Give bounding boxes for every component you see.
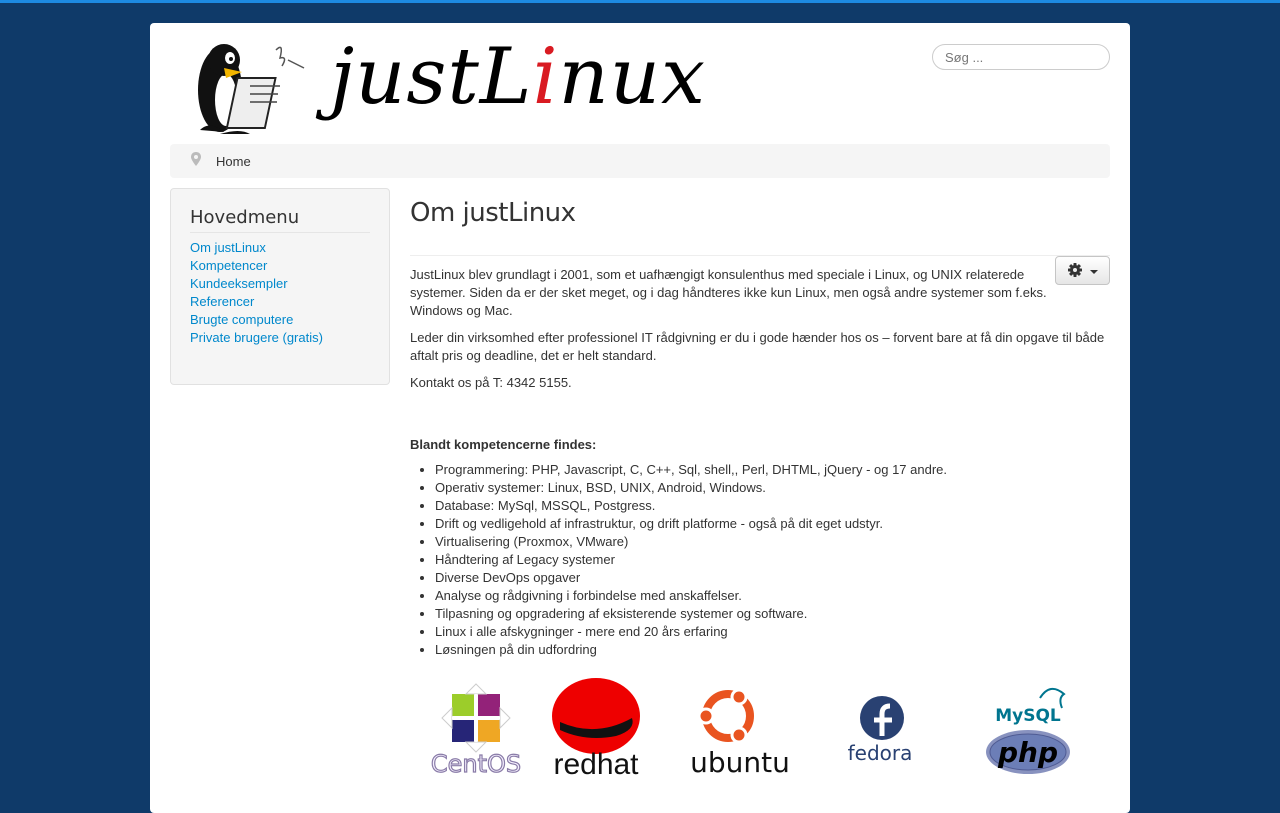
list-item: Programmering: PHP, Javascript, C, C++, … bbox=[435, 461, 1110, 479]
sidebar-main-menu: Hovedmenu Om justLinux Kompetencer Kunde… bbox=[170, 188, 390, 385]
partner-logos: CentOS redhat ubuntu fedora MySQL php bbox=[410, 678, 1110, 781]
sidebar-menu-list: Om justLinux Kompetencer Kundeeksempler … bbox=[190, 239, 370, 347]
breadcrumb: Home bbox=[170, 144, 1110, 178]
sidebar-link-brugte-computere[interactable]: Brugte computere bbox=[190, 312, 293, 327]
article-tools-button[interactable] bbox=[1055, 256, 1110, 285]
competence-list: Programmering: PHP, Javascript, C, C++, … bbox=[410, 461, 1110, 659]
header: justLinux bbox=[170, 32, 1110, 143]
contact-paragraph: Kontakt os på T: 4342 5155. bbox=[410, 375, 572, 390]
list-item: Operativ systemer: Linux, BSD, UNIX, And… bbox=[435, 479, 1110, 497]
fedora-logo-text: fedora bbox=[848, 741, 913, 765]
page-title: Om justLinux bbox=[410, 198, 1110, 256]
sidebar-title: Hovedmenu bbox=[190, 207, 370, 233]
sidebar-item-referencer: Referencer bbox=[190, 293, 370, 311]
competence-heading: Blandt kompetencerne findes: bbox=[410, 437, 597, 452]
sidebar-item-om-justlinux: Om justLinux bbox=[190, 239, 370, 257]
logo-text-red-i: i bbox=[532, 32, 559, 122]
sidebar-item-kompetencer: Kompetencer bbox=[190, 257, 370, 275]
redhat-logo: redhat bbox=[552, 678, 640, 781]
map-pin-icon bbox=[191, 152, 201, 166]
list-item: Database: MySql, MSSQL, Postgress. bbox=[435, 497, 1110, 515]
sidebar-link-referencer[interactable]: Referencer bbox=[190, 294, 254, 309]
sidebar-item-brugte-computere: Brugte computere bbox=[190, 311, 370, 329]
breadcrumb-home: Home bbox=[216, 154, 251, 169]
sidebar-item-private-brugere: Private brugere (gratis) bbox=[190, 329, 370, 347]
partner-logos-strip: CentOS redhat ubuntu fedora MySQL php bbox=[430, 678, 1070, 781]
sidebar-link-kompetencer[interactable]: Kompetencer bbox=[190, 258, 267, 273]
centos-logo: CentOS bbox=[430, 683, 522, 779]
ubuntu-logo-text: ubuntu bbox=[690, 746, 790, 778]
search-input[interactable] bbox=[932, 44, 1110, 70]
logo-wordmark: justLinux bbox=[330, 32, 706, 122]
list-item: Virtualisering (Proxmox, VMware) bbox=[435, 533, 1110, 551]
mysql-php-logo: MySQL php bbox=[986, 687, 1070, 774]
sidebar-link-private-brugere[interactable]: Private brugere (gratis) bbox=[190, 330, 323, 345]
fedora-logo: fedora bbox=[848, 696, 913, 765]
page-container: justLinux Home Hovedmenu Om justLinux Ko… bbox=[150, 23, 1130, 813]
advice-paragraph: Leder din virksomhed efter professionel … bbox=[410, 330, 1105, 363]
list-item: Tilpasning og opgradering af eksisterend… bbox=[435, 605, 1110, 623]
intro-paragraph: JustLinux blev grundlagt i 2001, som et … bbox=[410, 267, 1047, 318]
chevron-down-icon bbox=[1090, 270, 1098, 274]
redhat-logo-text: redhat bbox=[553, 748, 639, 778]
list-item: Drift og vedligehold af infrastruktur, o… bbox=[435, 515, 1110, 533]
tux-reading-icon bbox=[198, 44, 305, 134]
list-item: Diverse DevOps opgaver bbox=[435, 569, 1110, 587]
sidebar-link-kundeeksempler[interactable]: Kundeeksempler bbox=[190, 276, 288, 291]
ubuntu-logo: ubuntu bbox=[690, 688, 790, 779]
logo-text-end: nux bbox=[558, 32, 707, 122]
article-content: Om justLinux JustLinux blev grundlagt i … bbox=[410, 188, 1110, 659]
gear-icon bbox=[1068, 263, 1082, 277]
list-item: Løsningen på din udfordring bbox=[435, 641, 1110, 659]
list-item: Håndtering af Legacy systemer bbox=[435, 551, 1110, 569]
logo-text-start: justL bbox=[330, 32, 533, 122]
php-logo-text: php bbox=[997, 736, 1058, 769]
centos-logo-text: CentOS bbox=[431, 750, 521, 778]
sidebar-link-om-justlinux[interactable]: Om justLinux bbox=[190, 240, 266, 255]
sidebar-item-kundeeksempler: Kundeeksempler bbox=[190, 275, 370, 293]
list-item: Linux i alle afskygninger - mere end 20 … bbox=[435, 623, 1110, 641]
site-logo[interactable]: justLinux bbox=[180, 32, 705, 138]
list-item: Analyse og rådgivning i forbindelse med … bbox=[435, 587, 1110, 605]
mysql-logo-text: MySQL bbox=[995, 706, 1061, 726]
